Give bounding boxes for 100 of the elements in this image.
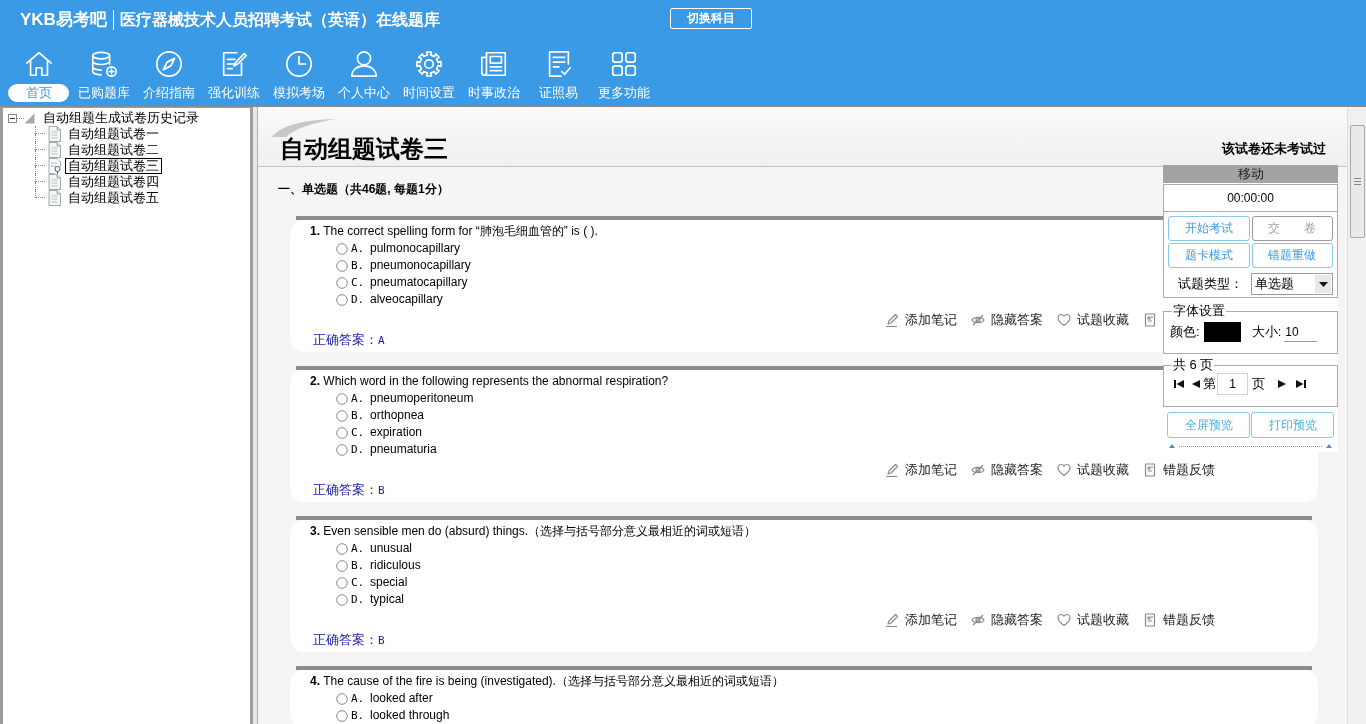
tree-item[interactable]: 自动组题试卷三 [65, 158, 162, 174]
page-curl-icon [272, 119, 336, 137]
hide-answer-button[interactable]: 隐藏答案 [971, 462, 1043, 478]
triangle-icon [24, 112, 35, 124]
splitter[interactable] [253, 107, 258, 724]
section-heading: 一、单选题（共46题, 每题1分） [278, 182, 449, 196]
heart-icon [1057, 463, 1071, 477]
radio-button[interactable] [336, 709, 348, 722]
feedback-button[interactable] [1143, 312, 1157, 328]
correct-answer: 正确答案：A [313, 332, 385, 348]
option-label[interactable]: A. looked after [351, 690, 433, 707]
heart-icon [1057, 313, 1071, 327]
add-note-button[interactable]: 添加笔记 [885, 462, 957, 478]
radio-button[interactable] [336, 576, 348, 589]
dropdown-arrow-icon[interactable] [1318, 281, 1328, 287]
option-label[interactable]: D. typical [351, 591, 404, 608]
paper-title: 自动组题试卷三 [280, 135, 448, 163]
option-label[interactable]: B. looked through [351, 707, 450, 724]
radio-button[interactable] [336, 426, 348, 439]
color-label: 颜色: [1170, 324, 1200, 340]
previous-page-icon[interactable] [1192, 380, 1200, 388]
feedback-button[interactable]: 错题反馈 [1143, 462, 1215, 478]
timer-display: 00:00:00 [1163, 184, 1338, 212]
collapse-bar[interactable] [1169, 442, 1332, 450]
scrollbar-thumb[interactable] [1349, 125, 1365, 238]
tree-root-label[interactable]: 自动组题生成试卷历史记录 [43, 110, 199, 126]
question-type-label: 试题类型： [1178, 276, 1243, 292]
font-size-field[interactable]: 10 [1284, 322, 1318, 342]
scrollbar-track[interactable] [1347, 107, 1366, 724]
tree-item[interactable]: 自动组题试卷五 [65, 190, 162, 206]
heart-icon [1057, 613, 1071, 627]
add-note-button[interactable]: 添加笔记 [885, 612, 957, 628]
option-label[interactable]: B. pneumonocapillary [351, 257, 471, 274]
app-title: 医疗器械技术人员招聘考试（英语）在线题库 [119, 10, 440, 30]
size-label: 大小: [1251, 324, 1282, 340]
home-icon[interactable] [23, 49, 54, 79]
document-pin-icon [48, 158, 61, 174]
correct-answer: 正确答案：B [313, 632, 385, 648]
document-icon [1143, 463, 1157, 477]
radio-button[interactable] [336, 559, 348, 572]
radio-button[interactable] [336, 293, 348, 306]
radio-button[interactable] [336, 593, 348, 606]
pencil-icon [885, 613, 899, 627]
up-triangle-icon [1326, 444, 1332, 448]
radio-button[interactable] [336, 692, 348, 705]
question-text: 4. The cause of the fire is being (investigated).（选择与括号部分意义最相近的词或短语） [310, 673, 784, 690]
option-label[interactable]: C. expiration [351, 424, 423, 441]
document-icon [48, 190, 61, 206]
question-text: 1. The correct spelling form for “肺泡毛细血管的” is ( ). [310, 223, 598, 240]
app-logo: YKB易考吧 [20, 9, 107, 31]
pencil-icon [885, 463, 899, 477]
document-icon [48, 174, 61, 190]
collapse-toggle-icon[interactable] [8, 113, 17, 123]
option-label[interactable]: A. pneumoperitoneum [351, 390, 474, 407]
last-page-icon[interactable] [1296, 380, 1306, 388]
correct-answer: 正确答案：B [313, 482, 385, 498]
document-icon [48, 126, 61, 142]
favorite-button[interactable]: 试题收藏 [1057, 312, 1129, 328]
document-icon [1143, 313, 1157, 327]
option-label[interactable]: C. pneumatocapillary [351, 274, 468, 291]
up-triangle-icon [1169, 444, 1175, 448]
favorite-button[interactable]: 试题收藏 [1057, 612, 1129, 628]
gear-icon[interactable] [413, 49, 444, 79]
first-page-icon[interactable] [1174, 380, 1184, 388]
exam-status: 该试卷还未考试过 [1222, 141, 1326, 157]
tree-item[interactable]: 自动组题试卷四 [65, 174, 162, 190]
option-label[interactable]: D. alveocapillary [351, 291, 443, 308]
next-page-icon[interactable] [1278, 380, 1286, 388]
eye-slash-icon [971, 463, 985, 477]
question-type-select[interactable]: 单选题 [1251, 273, 1333, 295]
color-swatch[interactable] [1203, 322, 1241, 342]
radio-button[interactable] [336, 259, 348, 272]
radio-button[interactable] [336, 276, 348, 289]
tree-item[interactable]: 自动组题试卷二 [65, 142, 162, 158]
feedback-button[interactable]: 错题反馈 [1143, 612, 1215, 628]
hide-answer-button[interactable]: 隐藏答案 [971, 312, 1043, 328]
add-note-button[interactable]: 添加笔记 [885, 312, 957, 328]
option-label[interactable]: B. ridiculous [351, 557, 421, 574]
question-text: 3. Even sensible men do (absurd) things.（选择与括号部分意义最相近的词或短语） [310, 523, 757, 540]
radio-button[interactable] [336, 542, 348, 555]
radio-button[interactable] [336, 409, 348, 422]
page-prefix: 第 [1203, 376, 1216, 392]
option-label[interactable]: D. pneumaturia [351, 441, 437, 458]
favorite-button[interactable]: 试题收藏 [1057, 462, 1129, 478]
compass-icon[interactable] [153, 49, 184, 79]
radio-button[interactable] [336, 392, 348, 405]
option-label[interactable]: B. orthopnea [351, 407, 425, 424]
clock-icon[interactable] [283, 49, 314, 79]
option-label[interactable]: C. special [351, 574, 408, 591]
move-handle[interactable]: 移动 [1163, 165, 1338, 183]
newspaper-icon[interactable] [478, 49, 509, 79]
radio-button[interactable] [336, 443, 348, 456]
eye-slash-icon [971, 613, 985, 627]
person-icon[interactable] [348, 49, 379, 79]
radio-button[interactable] [336, 242, 348, 255]
option-label[interactable]: A. unusual [351, 540, 413, 557]
option-label[interactable]: A. pulmonocapillary [351, 240, 461, 257]
tree-item[interactable]: 自动组题试卷一 [65, 126, 162, 142]
hide-answer-button[interactable]: 隐藏答案 [971, 612, 1043, 628]
page-number-field[interactable]: 1 [1217, 373, 1248, 395]
